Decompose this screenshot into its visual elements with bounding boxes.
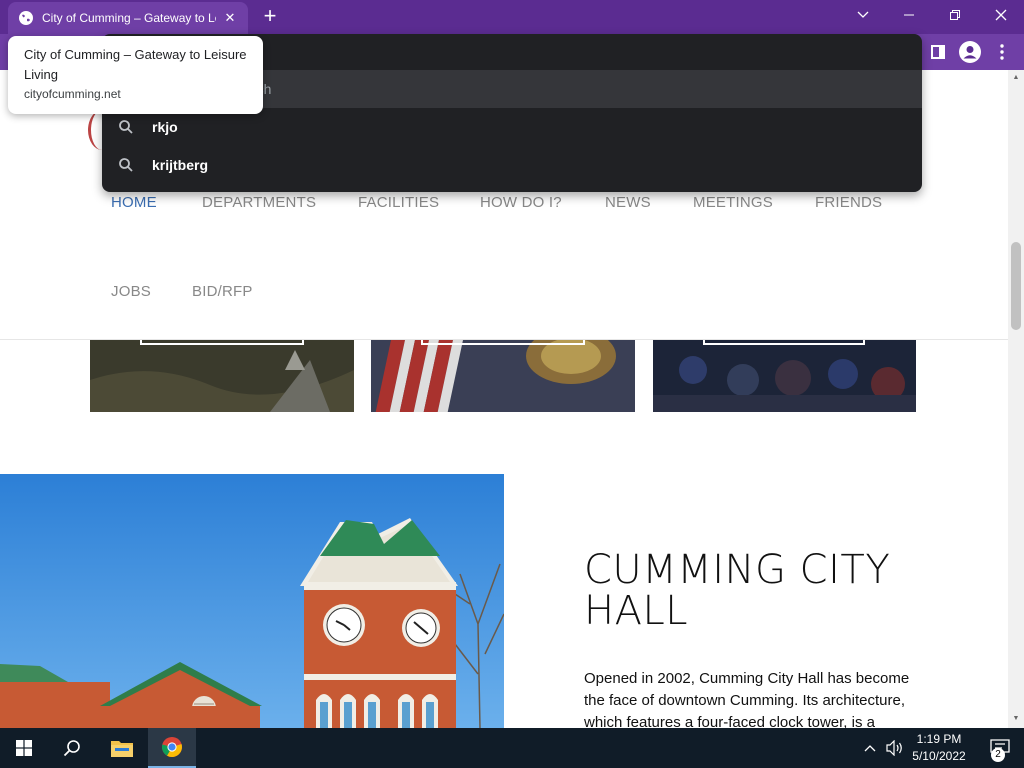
- close-window-button[interactable]: [978, 0, 1024, 30]
- nav-friends[interactable]: FRIENDS: [815, 194, 882, 211]
- folder-icon: [111, 741, 133, 757]
- search-icon: [63, 740, 80, 757]
- feature-body: Opened in 2002, Cumming City Hall has be…: [584, 670, 910, 728]
- minimize-button[interactable]: [886, 0, 932, 30]
- taskbar-clock[interactable]: 1:19 PM 5/10/2022: [906, 731, 972, 765]
- nav-departments[interactable]: DEPARTMENTS: [202, 194, 316, 211]
- suggestion-text: krijtberg: [152, 157, 209, 173]
- nav-how-do-i[interactable]: HOW DO I?: [480, 194, 562, 211]
- nav-home[interactable]: HOME: [111, 194, 157, 211]
- scroll-up-arrow-icon[interactable]: ▲: [1012, 74, 1020, 82]
- kebab-menu-icon: [1000, 44, 1004, 60]
- minimize-icon: [904, 14, 914, 16]
- clock-time: 1:19 PM: [916, 732, 962, 746]
- chevron-down-icon: [857, 11, 869, 18]
- notification-badge: 2: [991, 748, 1005, 762]
- browser-tab[interactable]: City of Cumming – Gateway to Leisure Liv…: [8, 2, 248, 34]
- side-panel-button[interactable]: [926, 40, 950, 64]
- tile-image: [90, 340, 354, 412]
- tile-frame: [421, 340, 585, 345]
- nav-jobs[interactable]: JOBS: [111, 283, 151, 300]
- windows-logo-icon: [16, 740, 32, 756]
- search-icon: [119, 120, 133, 134]
- nav-news[interactable]: NEWS: [605, 194, 651, 211]
- nav-bid-rfp[interactable]: BID/RFP: [192, 283, 253, 300]
- search-icon: [119, 158, 133, 172]
- nav-meetings[interactable]: MEETINGS: [693, 194, 773, 211]
- volume-button[interactable]: [882, 728, 908, 768]
- chrome-icon: [161, 737, 182, 758]
- chrome-taskbar-button[interactable]: [148, 728, 196, 768]
- feature-tile[interactable]: [653, 340, 916, 412]
- restore-icon: [950, 10, 960, 20]
- tile-image: [371, 340, 635, 412]
- profile-button[interactable]: [958, 40, 982, 64]
- search-button[interactable]: [48, 728, 96, 768]
- close-icon: [995, 9, 1007, 21]
- start-button[interactable]: [0, 728, 48, 768]
- chevron-up-icon: [864, 745, 876, 752]
- city-hall-photo: [0, 474, 504, 728]
- show-hidden-icons-button[interactable]: [856, 728, 884, 768]
- suggestion-text: rkjo: [152, 119, 178, 135]
- title-bar: City of Cumming – Gateway to Leisure Liv…: [0, 0, 1024, 34]
- scroll-down-arrow-icon[interactable]: ▼: [1012, 715, 1020, 723]
- avatar-icon: [959, 41, 981, 63]
- feature-tile[interactable]: [90, 340, 354, 412]
- tile-frame: [140, 340, 304, 345]
- speaker-icon: [886, 740, 902, 756]
- globe-icon: [19, 11, 33, 25]
- feature-tile[interactable]: [371, 340, 635, 412]
- feature-tiles: [0, 340, 1008, 412]
- file-explorer-button[interactable]: [98, 728, 146, 768]
- tab-search-button[interactable]: [840, 0, 886, 30]
- new-tab-button[interactable]: +: [258, 5, 282, 29]
- omnibox-suggestion[interactable]: krijtberg: [102, 146, 922, 184]
- restore-button[interactable]: [932, 0, 978, 30]
- scroll-thumb[interactable]: [1011, 242, 1021, 330]
- tab-hover-card: City of Cumming – Gateway to Leisure Liv…: [8, 36, 263, 114]
- hover-card-title: City of Cumming – Gateway to Leisure Liv…: [24, 47, 247, 82]
- side-panel-icon: [931, 45, 945, 59]
- hover-card-url: cityofcumming.net: [24, 87, 121, 101]
- windows-taskbar: 1:19 PM 5/10/2022 2: [0, 728, 1024, 768]
- menu-button[interactable]: [990, 40, 1014, 64]
- tab-close-button[interactable]: ✕: [222, 10, 238, 26]
- feature-title: CUMMING CITY HALL: [584, 547, 891, 634]
- page-scrollbar[interactable]: ▲ ▼: [1008, 70, 1024, 728]
- tab-title: City of Cumming – Gateway to Leisure Liv…: [42, 11, 216, 25]
- clock-date: 5/10/2022: [912, 749, 966, 763]
- tile-frame: [703, 340, 865, 345]
- nav-facilities[interactable]: FACILITIES: [358, 194, 439, 211]
- tile-image: [653, 340, 916, 412]
